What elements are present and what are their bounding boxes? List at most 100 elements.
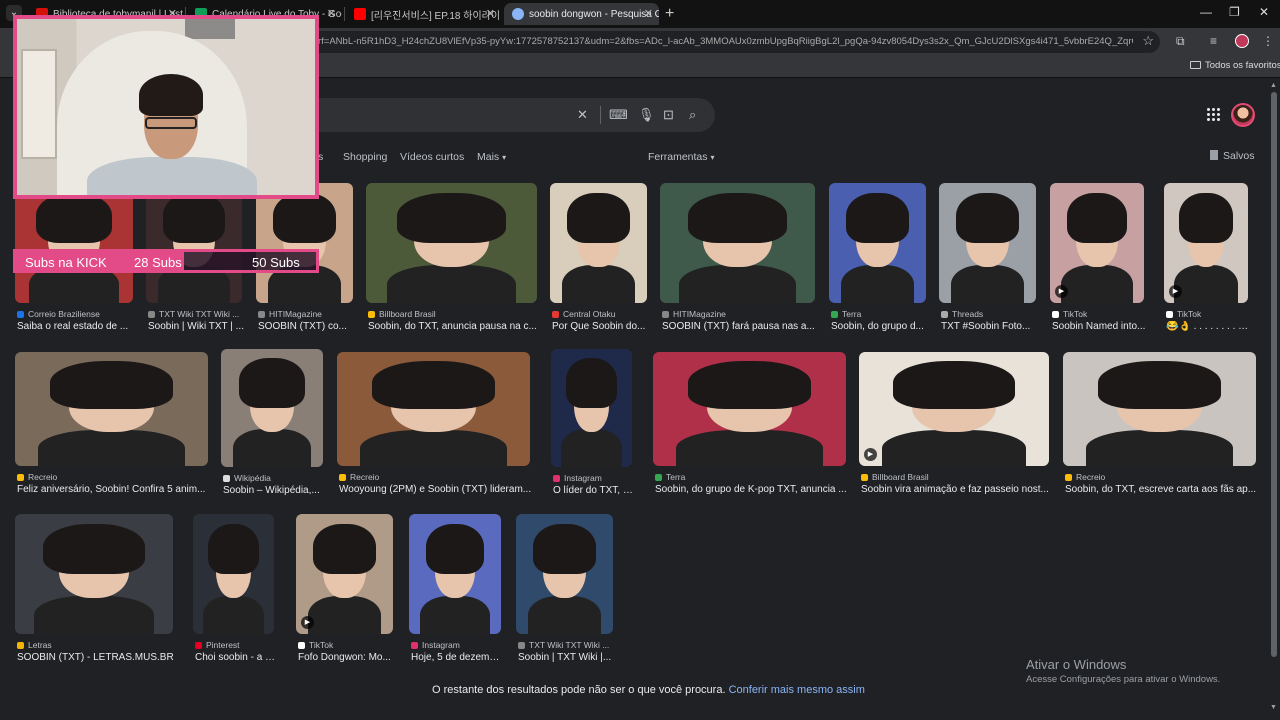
minimize-icon[interactable]: — [1200, 5, 1212, 19]
result-source[interactable]: Pinterest [195, 640, 276, 650]
image-result[interactable]: ▶ TikTok Soobin Named into... [1050, 183, 1146, 343]
result-title[interactable]: Soobin, do grupo de K-pop TXT, anuncia .… [655, 484, 848, 495]
result-thumbnail[interactable] [256, 183, 353, 303]
image-result[interactable]: HITIMagazine SOOBIN (TXT) fará pausa nas … [660, 183, 815, 343]
tab-youtube[interactable]: [리우진서비스] EP.18 하이라이... ✕ [346, 3, 501, 25]
image-result[interactable]: Wikipédia Soobin – Wikipédia,... [221, 349, 323, 507]
result-thumbnail[interactable]: ▶ [859, 352, 1049, 466]
result-title[interactable]: TXT #Soobin Foto... [941, 321, 1038, 332]
image-result[interactable]: Threads TXT #Soobin Foto... [939, 183, 1036, 343]
result-title[interactable]: Por Que Soobin do... [552, 321, 649, 332]
saved-button[interactable]: Salvos [1210, 150, 1255, 162]
result-thumbnail[interactable] [409, 514, 501, 634]
result-thumbnail[interactable] [829, 183, 926, 303]
result-source[interactable]: Threads [941, 309, 1038, 319]
result-title[interactable]: SOOBIN (TXT) - LETRAS.MUS.BR [17, 652, 175, 663]
tab-google-search[interactable]: soobin dongwon - Pesquisa Go... ✕ [504, 3, 659, 25]
address-bar[interactable]: rf=ANbL-n5R1hD3_H24chZU8VlEfVp35-pyYw:17… [310, 31, 1160, 53]
result-thumbnail[interactable] [15, 514, 173, 634]
lens-icon[interactable]: ⊡ [663, 107, 674, 123]
clear-icon[interactable]: ✕ [577, 107, 588, 123]
scrollbar[interactable] [1271, 92, 1277, 657]
tab-more[interactable]: Mais ▾ [477, 151, 506, 163]
extensions-icon[interactable]: ⧉ [1176, 34, 1185, 49]
account-avatar[interactable] [1231, 103, 1255, 127]
menu-icon[interactable]: ⋮ [1262, 34, 1274, 48]
result-thumbnail[interactable] [660, 183, 815, 303]
close-icon[interactable]: ✕ [327, 7, 336, 20]
result-title[interactable]: Soobin Named into... [1052, 321, 1146, 332]
image-result[interactable]: Recreio Soobin, do TXT, escreve carta aos… [1063, 352, 1256, 506]
new-tab-button[interactable]: + [665, 5, 674, 23]
result-thumbnail[interactable] [366, 183, 537, 303]
image-result[interactable]: Terra Soobin, do grupo d... [829, 183, 926, 343]
close-icon[interactable]: ✕ [644, 7, 653, 20]
result-title[interactable]: Saiba o real estado de ... [17, 321, 135, 332]
search-icon[interactable]: ⌕ [689, 107, 696, 123]
image-result[interactable]: ▶ Billboard Brasil Soobin vira animação e … [859, 352, 1049, 506]
microphone-icon[interactable]: 🎙 [638, 107, 655, 123]
result-thumbnail[interactable] [550, 183, 647, 303]
result-source[interactable]: Billboard Brasil [861, 472, 1051, 482]
result-source[interactable]: Recreio [1065, 472, 1258, 482]
result-thumbnail[interactable] [653, 352, 846, 466]
result-title[interactable]: Choi soobin - a ha... [195, 652, 276, 663]
image-result[interactable]: TXT Wiki TXT Wiki ... Soobin | TXT Wiki |… [516, 514, 613, 674]
result-thumbnail[interactable]: ▶ [296, 514, 393, 634]
tab-short-videos[interactable]: Vídeos curtos [400, 151, 464, 163]
result-source[interactable]: Instagram [553, 473, 634, 483]
bookmark-star-icon[interactable]: ☆ [1142, 33, 1154, 49]
maximize-icon[interactable]: ❐ [1229, 5, 1240, 19]
result-thumbnail[interactable] [221, 349, 323, 467]
media-control-icon[interactable]: ≡ [1210, 34, 1217, 48]
tab-shopping[interactable]: Shopping [343, 151, 387, 163]
result-source[interactable]: Correio Braziliense [17, 309, 135, 319]
result-title[interactable]: Hoje, 5 de dezemb... [411, 652, 503, 663]
image-result[interactable]: Instagram Hoje, 5 de dezemb... [409, 514, 503, 674]
result-thumbnail[interactable] [516, 514, 613, 634]
result-thumbnail[interactable] [193, 514, 274, 634]
image-result[interactable]: Terra Soobin, do grupo de K-pop TXT, anun… [653, 352, 848, 506]
result-source[interactable]: Terra [831, 309, 928, 319]
url-text[interactable]: rf=ANbL-n5R1hD3_H24chZU8VlEfVp35-pyYw:17… [318, 36, 1133, 47]
result-source[interactable]: HITIMagazine [258, 309, 355, 319]
result-thumbnail[interactable] [146, 183, 242, 303]
result-source[interactable]: TikTok [1052, 309, 1146, 319]
result-title[interactable]: Soobin | Wiki TXT | ... [148, 321, 244, 332]
profile-icon[interactable] [1235, 34, 1249, 48]
result-title[interactable]: Soobin | TXT Wiki |... [518, 652, 615, 663]
result-source[interactable]: HITIMagazine [662, 309, 817, 319]
result-title[interactable]: Feliz aniversário, Soobin! Confira 5 ani… [17, 484, 210, 495]
result-thumbnail[interactable] [15, 183, 133, 303]
result-source[interactable]: Terra [655, 472, 848, 482]
result-source[interactable]: Instagram [411, 640, 503, 650]
result-source[interactable]: TikTok [1166, 309, 1250, 319]
scroll-up-icon[interactable]: ▲ [1270, 82, 1277, 89]
close-icon[interactable]: ✕ [486, 7, 495, 20]
result-thumbnail[interactable] [15, 352, 208, 466]
image-result[interactable]: Instagram O líder do TXT, So... [551, 349, 634, 507]
see-more-anyway-link[interactable]: Conferir mais mesmo assim [729, 684, 865, 696]
result-source[interactable]: Billboard Brasil [368, 309, 539, 319]
result-title[interactable]: Soobin – Wikipédia,... [223, 485, 325, 496]
result-thumbnail[interactable] [337, 352, 530, 466]
close-window-icon[interactable]: ✕ [1259, 5, 1269, 19]
image-result[interactable]: ▶ TikTok Fofo Dongwon: Mo... [296, 514, 393, 674]
result-source[interactable]: TXT Wiki TXT Wiki ... [518, 640, 615, 650]
result-thumbnail[interactable] [551, 349, 632, 467]
image-result[interactable]: Billboard Brasil Soobin, do TXT, anuncia … [366, 183, 537, 343]
result-title[interactable]: Soobin, do grupo d... [831, 321, 928, 332]
result-title[interactable]: 😂👌 . . . . . . . . #d... [1166, 321, 1250, 332]
result-title[interactable]: O líder do TXT, So... [553, 485, 634, 496]
result-source[interactable]: Recreio [17, 472, 210, 482]
image-result[interactable]: Recreio Wooyoung (2PM) e Soobin (TXT) lid… [337, 352, 531, 506]
result-source[interactable]: Wikipédia [223, 473, 325, 483]
result-source[interactable]: Central Otaku [552, 309, 649, 319]
result-title[interactable]: SOOBIN (TXT) co... [258, 321, 355, 332]
result-thumbnail[interactable] [939, 183, 1036, 303]
result-source[interactable]: TXT Wiki TXT Wiki ... [148, 309, 244, 319]
result-title[interactable]: SOOBIN (TXT) fará pausa nas a... [662, 321, 817, 332]
result-thumbnail[interactable] [1063, 352, 1256, 466]
result-title[interactable]: Soobin, do TXT, escreve carta aos fãs ap… [1065, 484, 1258, 495]
result-thumbnail[interactable]: ▶ [1164, 183, 1248, 303]
